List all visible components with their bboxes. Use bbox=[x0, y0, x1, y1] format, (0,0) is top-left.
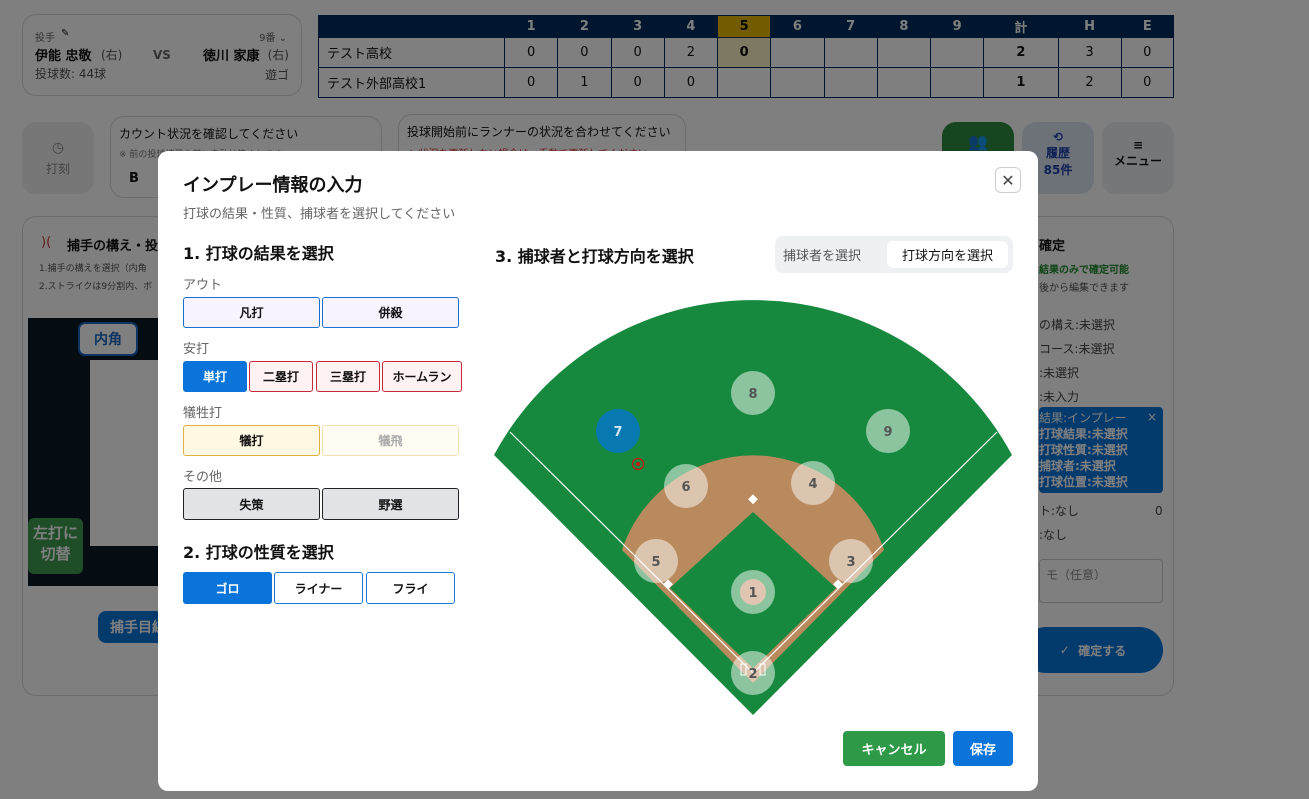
fielder-number: 5 bbox=[651, 555, 660, 570]
fielder-number: 9 bbox=[883, 425, 892, 440]
fielder-number: 8 bbox=[748, 387, 757, 402]
fielder-position-1[interactable]: 1 bbox=[731, 570, 775, 614]
fielder-position-4[interactable]: 4 bbox=[791, 461, 835, 505]
fielder-number: 1 bbox=[748, 586, 757, 601]
baseball-field[interactable]: 1 2 3 4 5 6 7 8 9 bbox=[158, 151, 1038, 791]
fielder-number: 2 bbox=[748, 667, 757, 682]
save-button[interactable]: 保存 bbox=[953, 731, 1013, 766]
fielder-position-2[interactable]: 2 bbox=[731, 651, 775, 695]
cancel-button[interactable]: キャンセル bbox=[843, 731, 945, 766]
fielder-position-6[interactable]: 6 bbox=[664, 464, 708, 508]
fielder-position-5[interactable]: 5 bbox=[634, 539, 678, 583]
fielder-number: 7 bbox=[613, 425, 622, 440]
fielder-number: 6 bbox=[681, 480, 690, 495]
fielder-position-3[interactable]: 3 bbox=[829, 539, 873, 583]
fielder-position-8[interactable]: 8 bbox=[731, 371, 775, 415]
inplay-modal: インプレー情報の入力 打球の結果・性質、捕球者を選択してください ✕ 1. 打球… bbox=[158, 151, 1038, 791]
fielder-position-7[interactable]: 7 bbox=[596, 409, 640, 453]
fielder-number: 4 bbox=[808, 477, 817, 492]
fielder-number: 3 bbox=[846, 555, 855, 570]
fielder-position-9[interactable]: 9 bbox=[866, 409, 910, 453]
